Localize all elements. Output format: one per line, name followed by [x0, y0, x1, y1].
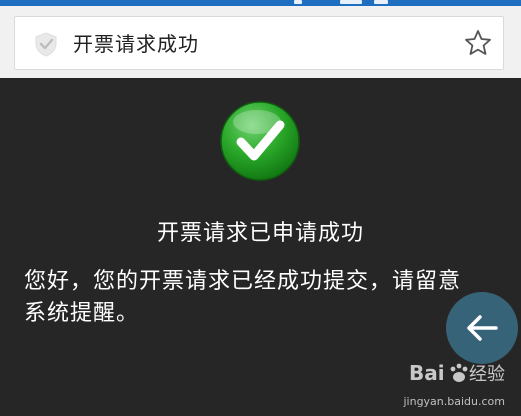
svg-text:经验: 经验 [469, 364, 505, 385]
status-glyph [340, 0, 362, 4]
result-panel: 开票请求已申请成功 您好，您的开票请求已经成功提交，请留意系统提醒。 Bai 经… [0, 78, 521, 416]
status-glyph [294, 0, 302, 4]
baidu-logo: Bai 经验 [409, 358, 505, 392]
check-circle-icon [219, 100, 301, 182]
address-bar[interactable]: 开票请求成功 [14, 16, 504, 70]
success-message: 您好，您的开票请求已经成功提交，请留意系统提醒。 [24, 269, 462, 326]
success-heading: 开票请求已申请成功 [156, 221, 364, 246]
svg-text:Bai: Bai [409, 361, 445, 385]
page-title: 开票请求成功 [73, 32, 199, 56]
star-outline-icon[interactable] [463, 28, 493, 58]
browser-header: 开票请求成功 [0, 6, 521, 78]
status-glyph [374, 0, 388, 4]
arrow-left-icon [467, 315, 498, 341]
back-button[interactable] [446, 292, 518, 364]
watermark: Bai 经验 jingyan.baidu.com [365, 356, 505, 408]
shield-check-icon [33, 31, 59, 57]
watermark-url: jingyan.baidu.com [403, 395, 505, 408]
